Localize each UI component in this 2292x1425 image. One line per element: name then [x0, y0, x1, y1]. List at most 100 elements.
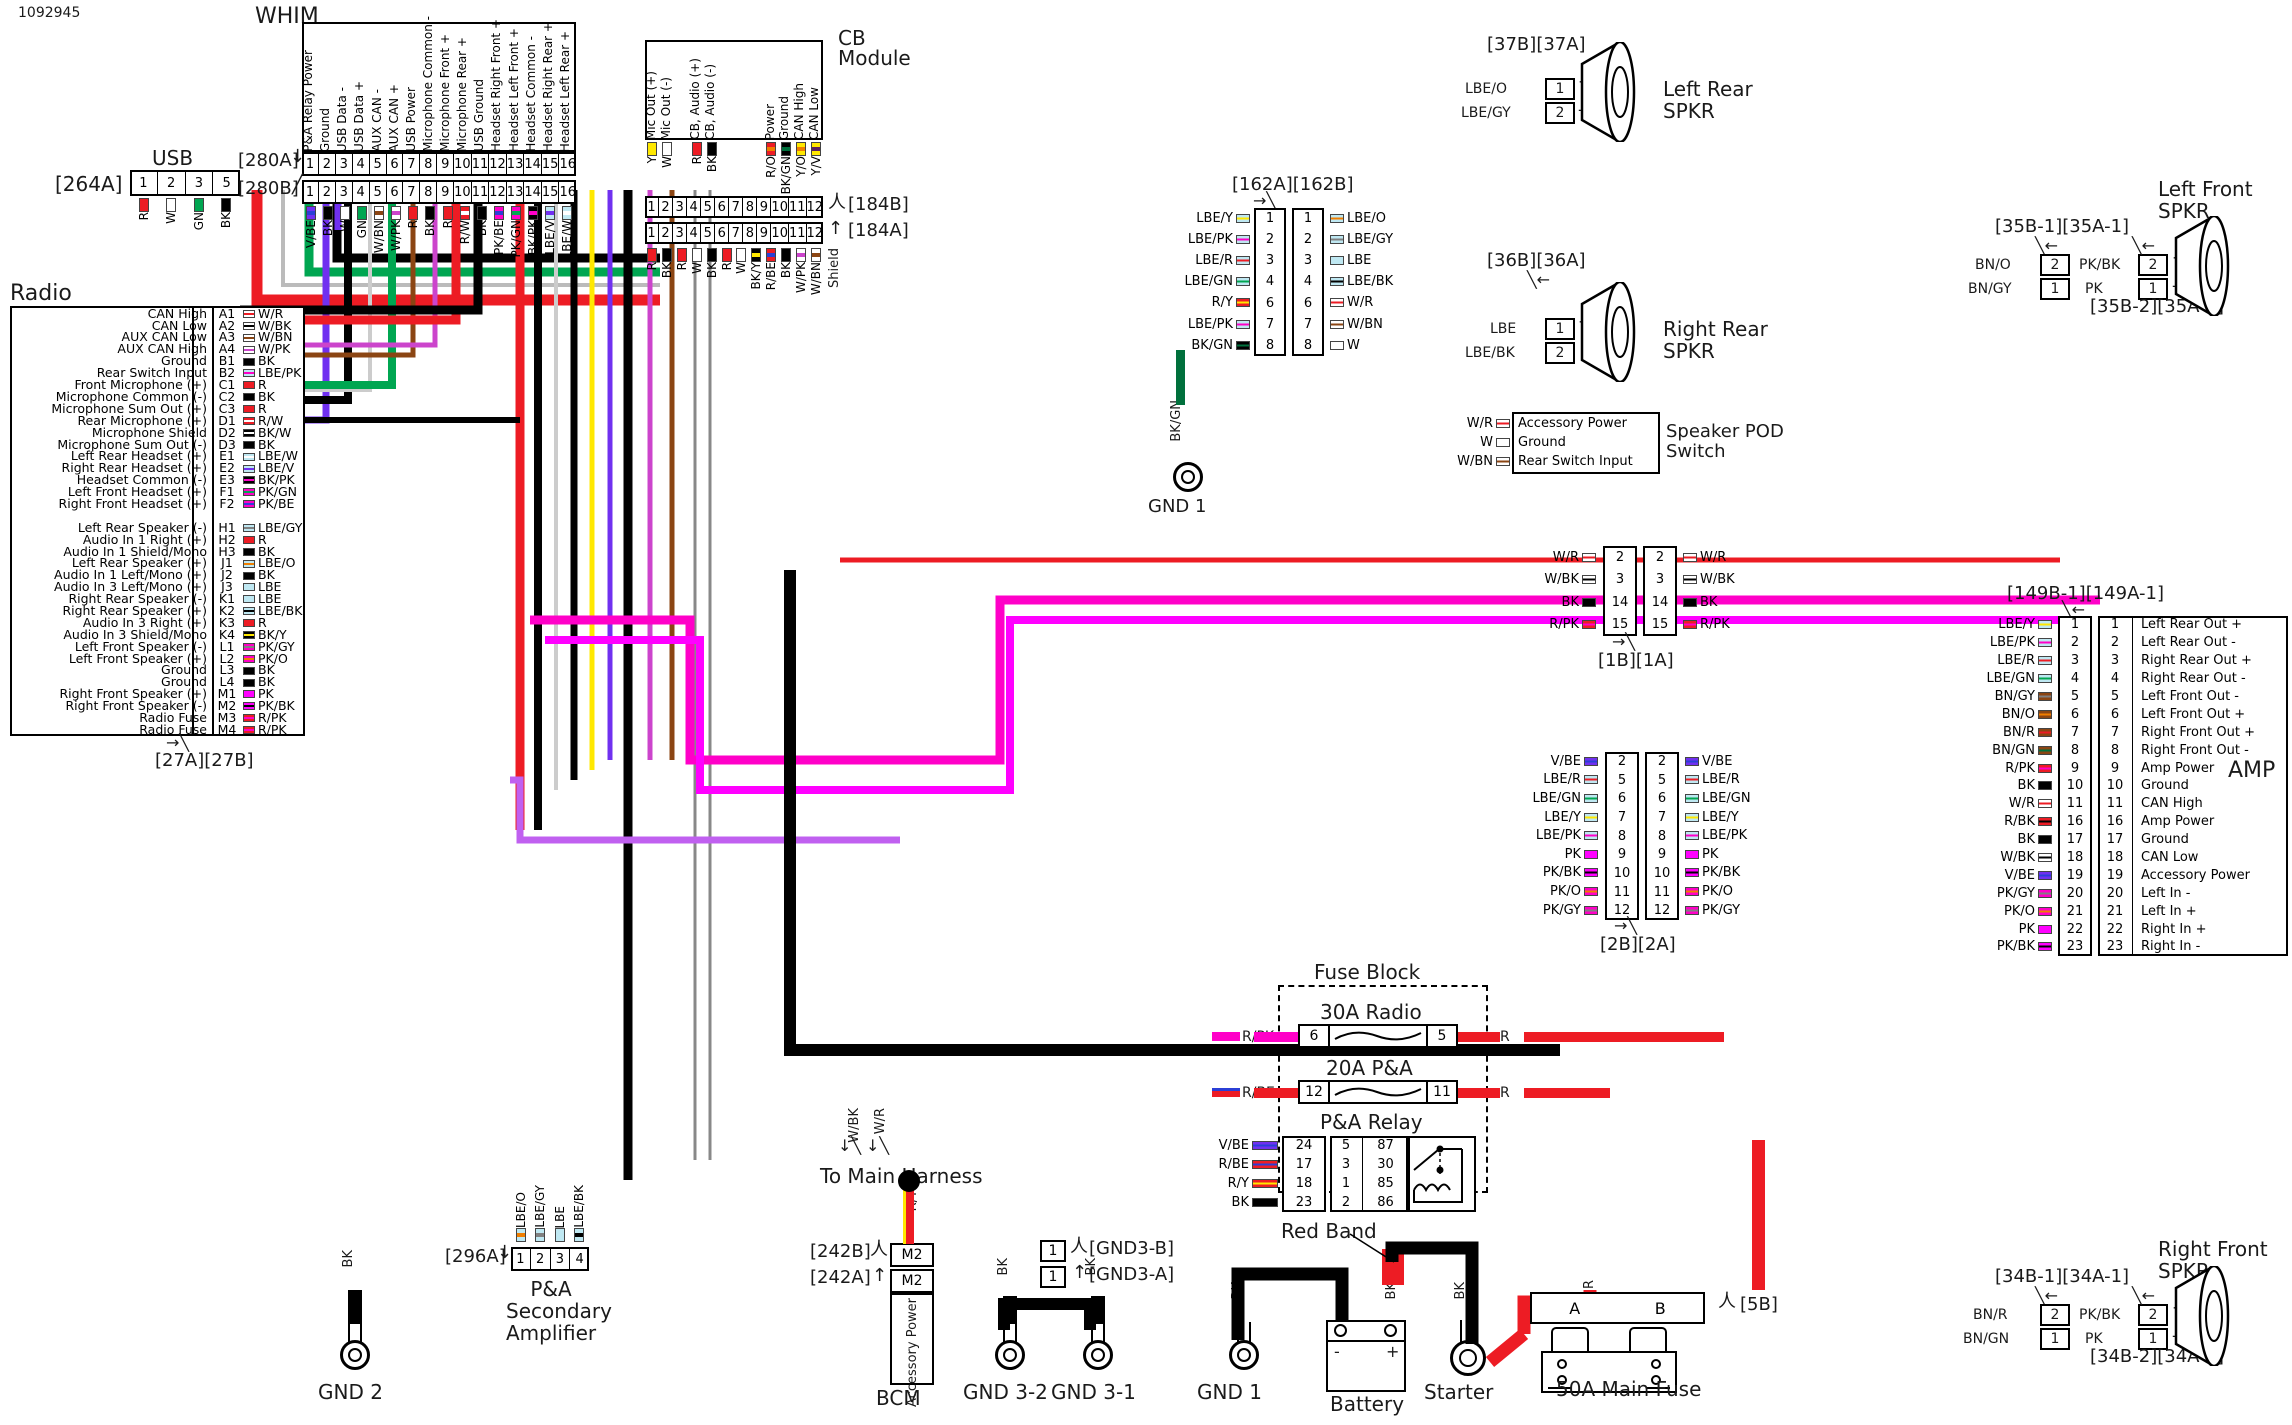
amp-pin-number[interactable]: 20 — [2098, 884, 2133, 903]
amp-149b-pin[interactable]: 23 — [2058, 938, 2092, 956]
amp-pin-number[interactable]: 21 — [2098, 902, 2133, 921]
usb-pin[interactable]: 5 — [213, 170, 240, 196]
whim-280b-pin[interactable]: 6 — [387, 180, 404, 204]
c162-a-pin[interactable]: 8 — [1292, 335, 1324, 356]
cb-184a-pin[interactable]: 4 — [687, 222, 702, 244]
amp-pin-number[interactable]: 19 — [2098, 866, 2133, 885]
cb-184a-pin[interactable]: 9 — [757, 222, 772, 244]
c2-a-pin[interactable]: 2 — [1645, 752, 1679, 771]
c1-a-pin[interactable]: 15 — [1643, 614, 1677, 637]
whim-280b-pin[interactable]: 5 — [370, 180, 387, 204]
fuse-20a-pa[interactable]: 12 11 — [1298, 1080, 1458, 1104]
c1-b-pin[interactable]: 2 — [1603, 546, 1637, 569]
cb-184a-pin[interactable]: 10 — [771, 222, 789, 244]
cb-184b-pin[interactable]: 4 — [687, 196, 702, 218]
amp-pin-number[interactable]: 6 — [2098, 705, 2133, 724]
c162-b-pin[interactable]: 7 — [1254, 314, 1286, 335]
radio-pin-number-right[interactable]: F2 — [214, 497, 240, 511]
amp-pin-number[interactable]: 9 — [2098, 759, 2133, 778]
whim-280b-pin[interactable]: 9 — [437, 180, 455, 204]
whim-280a-pin[interactable]: 2 — [319, 152, 336, 176]
amp-pin-number[interactable]: 4 — [2098, 669, 2133, 688]
c1-a-pin[interactable]: 2 — [1643, 546, 1677, 569]
cb-184b-pin[interactable]: 3 — [673, 196, 688, 218]
amp-149b-pin[interactable]: 7 — [2058, 723, 2092, 741]
cb-184b-pin[interactable]: 7 — [729, 196, 744, 218]
relay-pin[interactable]: 18 — [1282, 1174, 1326, 1193]
cb-184b-pin[interactable]: 2 — [659, 196, 674, 218]
amp-149b-pin[interactable]: 19 — [2058, 866, 2092, 884]
c162-a-pin[interactable]: 1 — [1292, 208, 1324, 229]
whim-280b-pin[interactable]: 10 — [454, 180, 472, 204]
whim-280b-pin[interactable]: 8 — [420, 180, 438, 204]
c2-b-pin[interactable]: 7 — [1605, 808, 1639, 827]
whim-280b-pin[interactable]: 16 — [559, 180, 576, 204]
c162-b-pin[interactable]: 8 — [1254, 335, 1286, 356]
usb-pin[interactable]: 1 — [130, 170, 158, 196]
fuse-30a-radio[interactable]: 6 5 — [1298, 1024, 1458, 1048]
whim-280b-pin[interactable]: 1 — [302, 180, 319, 204]
whim-280b-pin[interactable]: 12 — [489, 180, 507, 204]
whim-280a-pin[interactable]: 1 — [302, 152, 319, 176]
whim-280a-pin[interactable]: 6 — [387, 152, 404, 176]
c2-a-pin[interactable]: 5 — [1645, 771, 1679, 790]
whim-280b-pin[interactable]: 7 — [403, 180, 421, 204]
whim-280a-pin[interactable]: 16 — [559, 152, 576, 176]
amp-pin-number[interactable]: 10 — [2098, 777, 2133, 795]
amp-pin-number[interactable]: 5 — [2098, 687, 2133, 706]
gnd3a-pin[interactable]: 1 — [1040, 1266, 1066, 1288]
whim-280a-pin[interactable]: 3 — [336, 152, 353, 176]
amp-149b-pin[interactable]: 17 — [2058, 831, 2092, 849]
c162-b-pin[interactable]: 4 — [1254, 271, 1286, 292]
whim-280a-pin[interactable]: 15 — [542, 152, 560, 176]
amp-149b-pin[interactable]: 2 — [2058, 634, 2092, 652]
amp-pin-number[interactable]: 18 — [2098, 848, 2133, 867]
pa-secondary-pin[interactable]: 4 — [570, 1247, 589, 1271]
amp-149b-pin[interactable]: 20 — [2058, 884, 2092, 902]
bcm-pin-242b[interactable]: M2 — [890, 1243, 934, 1267]
relay-pin[interactable]: 23 — [1282, 1193, 1326, 1212]
amp-pin-number[interactable]: 16 — [2098, 812, 2133, 831]
c162-a-pin[interactable]: 2 — [1292, 229, 1324, 250]
c2-a-pin[interactable]: 6 — [1645, 789, 1679, 808]
amp-149b-pin[interactable]: 21 — [2058, 902, 2092, 920]
cb-184b-pin[interactable]: 5 — [701, 196, 716, 218]
whim-280b-pin[interactable]: 13 — [507, 180, 525, 204]
c162-a-pin[interactable]: 3 — [1292, 250, 1324, 271]
c1-b-pin[interactable]: 3 — [1603, 569, 1637, 592]
c162-a-pin[interactable]: 7 — [1292, 314, 1324, 335]
amp-pin-number[interactable]: 11 — [2098, 794, 2133, 813]
amp-pin-number[interactable]: 7 — [2098, 723, 2133, 742]
usb-pin[interactable]: 3 — [186, 170, 214, 196]
amp-149b-pin[interactable]: 3 — [2058, 652, 2092, 670]
amp-149b-pin[interactable]: 5 — [2058, 688, 2092, 706]
cb-184a-pin[interactable]: 5 — [701, 222, 716, 244]
whim-280a-pin[interactable]: 14 — [524, 152, 542, 176]
cb-184a-pin[interactable]: 12 — [807, 222, 824, 244]
c162-a-pin[interactable]: 4 — [1292, 271, 1324, 292]
amp-149b-pin[interactable]: 4 — [2058, 670, 2092, 688]
whim-280b-pin[interactable]: 15 — [542, 180, 560, 204]
amp-149b-pin[interactable]: 9 — [2058, 759, 2092, 777]
amp-149b-pin[interactable]: 10 — [2058, 777, 2092, 795]
whim-280a-pin[interactable]: 8 — [420, 152, 438, 176]
c162-b-pin[interactable]: 1 — [1254, 208, 1286, 229]
c2-a-pin[interactable]: 12 — [1645, 901, 1679, 920]
amp-pin-number[interactable]: 17 — [2098, 830, 2133, 849]
amp-pin-number[interactable]: 23 — [2098, 938, 2133, 956]
c2-a-pin[interactable]: 9 — [1645, 845, 1679, 864]
gnd3b-pin[interactable]: 1 — [1040, 1240, 1066, 1262]
c1-b-pin[interactable]: 14 — [1603, 591, 1637, 614]
c2-b-pin[interactable]: 10 — [1605, 864, 1639, 883]
whim-280b-pin[interactable]: 11 — [472, 180, 490, 204]
whim-280b-pin[interactable]: 3 — [336, 180, 353, 204]
cb-184a-pin[interactable]: 2 — [659, 222, 674, 244]
whim-280a-pin[interactable]: 12 — [489, 152, 507, 176]
cb-184b-pin[interactable]: 12 — [807, 196, 824, 218]
amp-pin-number[interactable]: 8 — [2098, 741, 2133, 760]
amp-149b-pin[interactable]: 6 — [2058, 705, 2092, 723]
c2-b-pin[interactable]: 8 — [1605, 827, 1639, 846]
amp-pin-number[interactable]: 22 — [2098, 920, 2133, 939]
pa-secondary-pin[interactable]: 3 — [551, 1247, 571, 1271]
amp-pin-number[interactable]: 2 — [2098, 633, 2133, 652]
